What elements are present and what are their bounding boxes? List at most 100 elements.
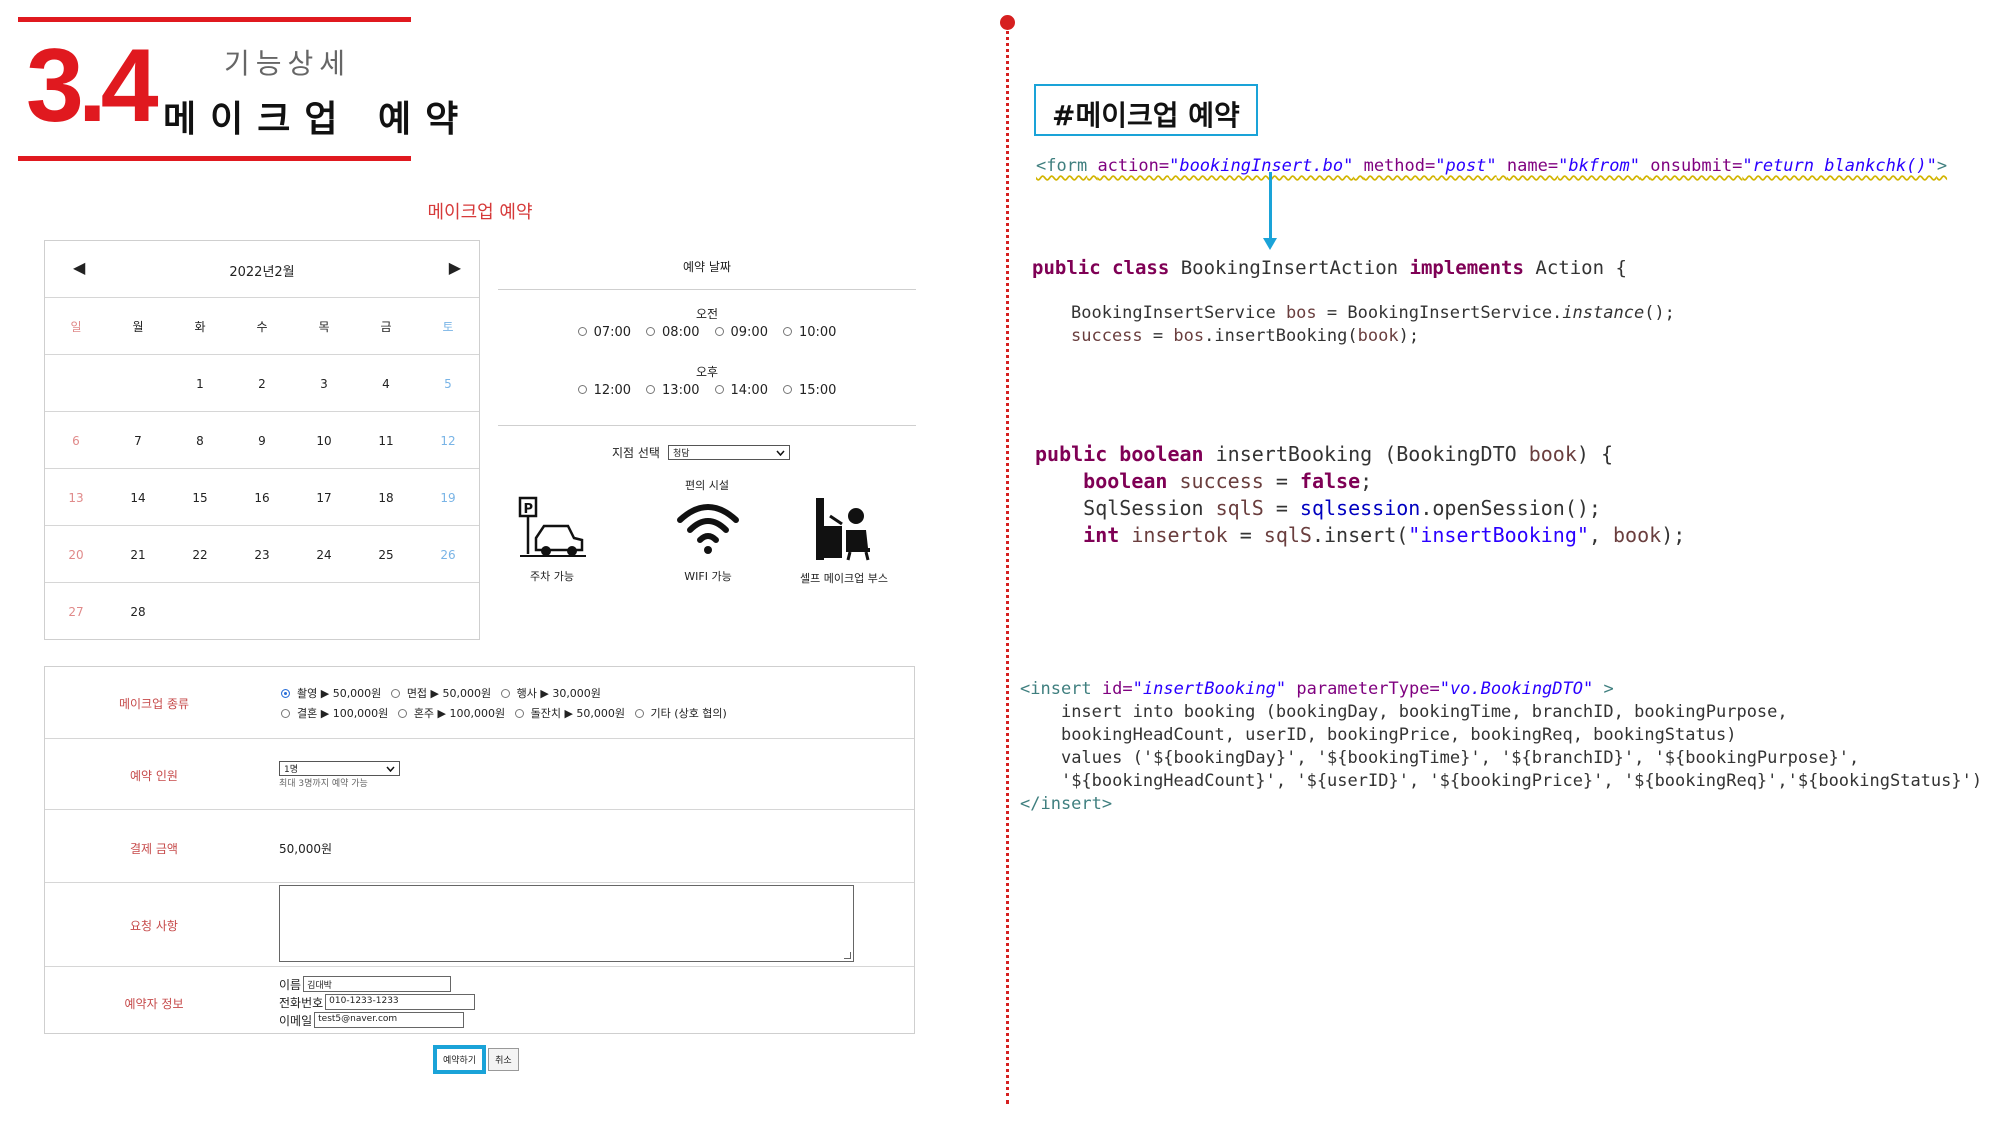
calendar-day[interactable]: 7: [107, 412, 169, 469]
code-line: boolean success = false;: [1083, 469, 1373, 493]
type-option[interactable]: 기타 (상호 협의): [634, 705, 727, 721]
type-option[interactable]: 돌잔치 ▶ 50,000원: [514, 705, 625, 721]
calendar-day[interactable]: 25: [355, 526, 417, 583]
calendar-day[interactable]: 17: [293, 469, 355, 526]
calendar-week: 20 21 22 23 24 25 26: [45, 526, 479, 583]
chevron-down-icon: [776, 450, 785, 456]
time-option[interactable]: 12:00: [577, 383, 631, 398]
form-row-price: 결제 금액 50,000원: [45, 810, 914, 883]
calendar-day[interactable]: 1: [169, 355, 231, 412]
code-line: </insert>: [1020, 794, 1113, 814]
type-option[interactable]: 결혼 ▶ 100,000원: [281, 705, 388, 721]
code-line: values ('${bookingDay}', '${bookingTime}…: [1060, 748, 1860, 768]
calendar-day[interactable]: 20: [45, 526, 107, 583]
weekday-label: 목: [318, 320, 330, 334]
calendar-day[interactable]: [45, 355, 107, 412]
type-option[interactable]: 혼주 ▶ 100,000원: [397, 705, 505, 721]
calendar-day[interactable]: [231, 583, 293, 640]
calendar-day[interactable]: 22: [169, 526, 231, 583]
calendar-day[interactable]: 15: [169, 469, 231, 526]
calendar-day[interactable]: 6: [45, 412, 107, 469]
facility-label: 주차 가능: [530, 570, 574, 583]
section-subtitle: 기능상세: [224, 47, 352, 80]
weekday-label: 토: [442, 320, 454, 334]
calendar-day[interactable]: 19: [417, 469, 479, 526]
calendar-month: 2022년2월: [229, 265, 295, 280]
price-value: 50,000원: [279, 842, 333, 856]
code-line: int insertok = sqlS.insert("insertBookin…: [1083, 523, 1686, 547]
time-option[interactable]: 10:00: [782, 325, 836, 340]
calendar-day[interactable]: [293, 583, 355, 640]
calendar-day[interactable]: 27: [45, 583, 107, 640]
radio-icon: [646, 385, 656, 394]
count-hint: 최대 3명까지 예약 가능: [279, 779, 368, 789]
form-label: 예약 인원: [130, 769, 178, 783]
arrow-down-icon: [1263, 238, 1277, 250]
weekday-label: 일: [70, 320, 82, 334]
request-textarea[interactable]: [279, 885, 854, 962]
calendar-day[interactable]: 4: [355, 355, 417, 412]
weekday-label: 화: [194, 320, 206, 334]
time-option[interactable]: 14:00: [714, 383, 768, 398]
code-line: '${bookingHeadCount}', '${userID}', '${b…: [1060, 771, 1983, 791]
calendar-day[interactable]: 14: [107, 469, 169, 526]
calendar-day[interactable]: 18: [355, 469, 417, 526]
calendar-day[interactable]: 16: [231, 469, 293, 526]
type-option[interactable]: 면접 ▶ 50,000원: [390, 685, 491, 701]
code-line: public boolean insertBooking (BookingDTO…: [1035, 442, 1614, 466]
type-option[interactable]: 촬영 ▶ 50,000원: [281, 685, 381, 701]
header-rule-bottom: [18, 156, 411, 161]
phone-input[interactable]: 010-1233-1233: [325, 994, 476, 1010]
count-select[interactable]: 1명: [279, 761, 400, 776]
reserve-button[interactable]: 예약하기: [433, 1045, 487, 1074]
textarea-box[interactable]: [279, 885, 854, 962]
calendar-day[interactable]: [107, 355, 169, 412]
calendar: ◀ 2022년2월 ▶ 일 월 화 수 목 금 토 1 2 3 4 5 6 7 …: [44, 240, 480, 640]
svg-text:P: P: [524, 502, 534, 517]
divider-line: [1006, 24, 1009, 1104]
calendar-day[interactable]: [355, 583, 417, 640]
time-option[interactable]: 15:00: [782, 383, 836, 398]
radio-icon: [577, 385, 587, 394]
flow-arrow: [1269, 172, 1272, 242]
form-row-info: 예약자 정보 이름 김대박 전화번호 010-1233-1233 이메일 tes…: [45, 967, 914, 1033]
calendar-day[interactable]: 10: [293, 412, 355, 469]
cancel-button[interactable]: 취소: [488, 1048, 519, 1071]
type-option[interactable]: 행사 ▶ 30,000원: [500, 685, 601, 701]
calendar-day[interactable]: [169, 583, 231, 640]
phone-label: 전화번호: [279, 995, 324, 1010]
time-option[interactable]: 08:00: [646, 325, 700, 340]
dao-method-code: public boolean insertBooking (BookingDTO…: [1035, 441, 1685, 549]
makeup-booth-icon: [816, 498, 870, 561]
calendar-day[interactable]: 28: [107, 583, 169, 640]
calendar-day[interactable]: 13: [45, 469, 107, 526]
form-label: 예약자 정보: [124, 997, 184, 1011]
branch-value: 청담: [672, 449, 690, 459]
radio-icon: [782, 385, 792, 394]
calendar-day[interactable]: 21: [107, 526, 169, 583]
calendar-day[interactable]: 24: [293, 526, 355, 583]
time-option[interactable]: 13:00: [646, 383, 700, 398]
next-month-icon[interactable]: ▶: [449, 258, 461, 277]
section-title: 메이크업 예약: [163, 99, 473, 140]
calendar-day[interactable]: 26: [417, 526, 479, 583]
form-row-request: 요청 사항: [45, 883, 914, 967]
time-label: 09:00: [730, 325, 768, 340]
calendar-day[interactable]: 2: [231, 355, 293, 412]
calendar-day[interactable]: 5: [417, 355, 479, 412]
branch-select[interactable]: 청담: [667, 445, 790, 460]
time-option[interactable]: 07:00: [577, 325, 631, 340]
calendar-day[interactable]: [417, 583, 479, 640]
email-input[interactable]: test5@naver.com: [314, 1012, 465, 1028]
calendar-day[interactable]: 3: [293, 355, 355, 412]
name-input[interactable]: 김대박: [303, 976, 452, 992]
calendar-day[interactable]: 8: [169, 412, 231, 469]
calendar-day[interactable]: 11: [355, 412, 417, 469]
weekday-row: 일 월 화 수 목 금 토: [45, 298, 479, 355]
header-rule-top: [18, 17, 411, 22]
action-class-code: public class BookingInsertAction impleme…: [1032, 257, 1627, 279]
calendar-day[interactable]: 9: [231, 412, 293, 469]
calendar-day[interactable]: 12: [417, 412, 479, 469]
time-option[interactable]: 09:00: [714, 325, 768, 340]
calendar-day[interactable]: 23: [231, 526, 293, 583]
